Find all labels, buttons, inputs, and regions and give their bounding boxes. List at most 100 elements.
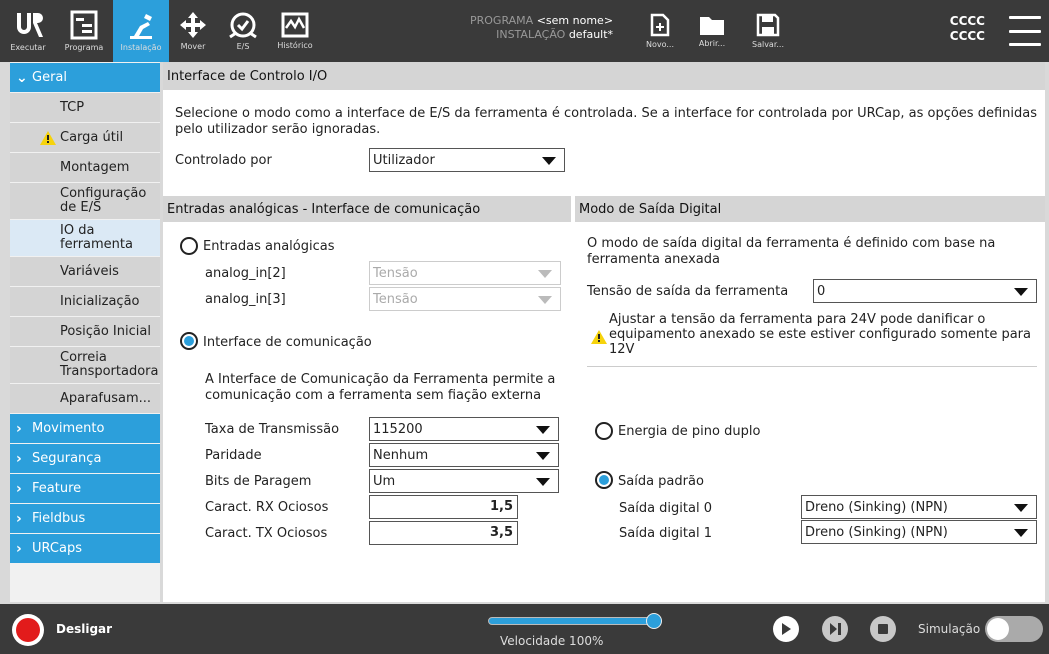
program-info: PROGRAMA <sem nome> INSTALAÇÃO default*: [470, 14, 613, 42]
digital-output-desc: O modo de saída digital da ferramenta é …: [587, 236, 995, 268]
sidebar-group-label: Fieldbus: [32, 511, 86, 526]
chevron-right-icon: ›: [16, 510, 22, 527]
sidebar-group-movimento[interactable]: › Movimento: [10, 414, 160, 443]
sidebar-item-label: Montagem: [60, 159, 130, 175]
instalacao-value: default*: [568, 28, 614, 41]
comm-section-header: Entradas analógicas - Interface de comun…: [163, 196, 571, 222]
speed-label: Velocidade 100%: [500, 634, 604, 648]
dual-pin-label: Energia de pino duplo: [618, 424, 761, 439]
new-button[interactable]: Novo...: [640, 0, 680, 62]
installation-tab-label: Instalação: [120, 43, 162, 52]
move-tab-label: Mover: [180, 42, 206, 51]
sidebar-item-startup[interactable]: Inicialização: [10, 287, 160, 316]
stop-bits-value: Um: [373, 473, 396, 489]
controlled-by-select[interactable]: Utilizador: [369, 148, 565, 172]
sidebar-group-seguranca[interactable]: › Segurança: [10, 444, 160, 473]
sidebar-item-home[interactable]: Posição Inicial: [10, 317, 160, 346]
sidebar-item-io-setup[interactable]: Configuração de E/S: [10, 183, 160, 219]
baud-rate-value: 115200: [373, 421, 423, 437]
sidebar-item-label-line2: de E/S: [60, 200, 102, 215]
run-tab[interactable]: Executar: [0, 0, 56, 62]
tool-voltage-label: Tensão de saída da ferramenta: [587, 284, 789, 299]
stop-icon: [878, 624, 888, 634]
power-label: Desligar: [56, 622, 113, 636]
controlled-by-value: Utilizador: [373, 152, 435, 168]
description-line1: Selecione o modo como a interface de E/S…: [175, 106, 1037, 121]
simulation-label: Simulação: [918, 622, 981, 636]
move-tab[interactable]: Mover: [170, 0, 216, 62]
open-button[interactable]: Abrir...: [692, 0, 732, 62]
programa-label: PROGRAMA: [470, 14, 534, 27]
user-code: CCCC CCCC: [950, 14, 985, 44]
sidebar-item-tool-io[interactable]: IO da ferramenta: [10, 220, 160, 256]
sidebar-item-tcp[interactable]: TCP: [10, 93, 160, 122]
save-label: Salvar...: [751, 40, 785, 49]
digital-output-section: Modo de Saída Digital O modo de saída di…: [575, 196, 1045, 602]
sidebar-item-label-line1: IO da: [60, 223, 95, 238]
stop-bits-label: Bits de Paragem: [205, 474, 312, 489]
sidebar-item-label: Carga útil: [60, 129, 124, 145]
sidebar-item-label-line2: ferramenta: [60, 237, 133, 252]
stop-button[interactable]: [870, 616, 896, 642]
chevron-right-icon: ›: [16, 420, 22, 437]
step-button[interactable]: [822, 616, 848, 642]
analog-in2-label: analog_in[2]: [205, 266, 286, 281]
sidebar-item-mounting[interactable]: Montagem: [10, 153, 160, 182]
standard-output-radio[interactable]: [595, 471, 613, 489]
play-button[interactable]: [773, 616, 799, 642]
sidebar-group-geral[interactable]: ⌄ Geral: [10, 63, 160, 92]
dropdown-arrow-icon: [536, 426, 550, 434]
speed-slider-handle[interactable]: [646, 613, 662, 629]
new-label: Novo...: [646, 40, 674, 49]
log-tab[interactable]: Histórico: [270, 0, 320, 62]
program-tab-label: Programa: [64, 43, 104, 52]
parity-value: Nenhum: [373, 447, 429, 463]
simulation-toggle[interactable]: [985, 616, 1043, 642]
tx-idle-input[interactable]: 3,5: [369, 521, 518, 545]
sidebar-item-payload[interactable]: Carga útil: [10, 123, 160, 152]
save-button[interactable]: Salvar...: [746, 0, 790, 62]
program-tab[interactable]: Programa: [56, 0, 112, 62]
comm-section: Entradas analógicas - Interface de comun…: [163, 196, 571, 602]
dropdown-arrow-icon: [538, 296, 552, 304]
sidebar-item-conveyor[interactable]: Correia Transportadora: [10, 347, 160, 383]
power-button-icon[interactable]: [12, 614, 44, 646]
stop-bits-select[interactable]: Um: [369, 469, 559, 493]
rx-idle-input[interactable]: 1,5: [369, 495, 518, 519]
sidebar-group-feature[interactable]: › Feature: [10, 474, 160, 503]
hamburger-menu-icon[interactable]: [1009, 16, 1041, 46]
digital-out0-select[interactable]: Dreno (Sinking) (NPN): [801, 495, 1037, 519]
sidebar-item-variables[interactable]: Variáveis: [10, 257, 160, 286]
sidebar-group-urcaps[interactable]: › URCaps: [10, 534, 160, 563]
dual-pin-radio[interactable]: [595, 422, 613, 440]
voltage-warning-line1: Ajustar a tensão da ferramenta para 24V …: [609, 312, 986, 327]
tool-voltage-select[interactable]: 0: [813, 279, 1037, 303]
comm-description-line2: comunicação com a ferramenta sem fiação …: [205, 388, 542, 403]
comm-description-line1: A Interface de Comunicação da Ferramenta…: [205, 372, 556, 387]
sidebar-item-label: Posição Inicial: [60, 323, 151, 339]
digital-out1-select[interactable]: Dreno (Sinking) (NPN): [801, 520, 1037, 544]
dropdown-arrow-icon: [538, 270, 552, 278]
analog-in3-select[interactable]: Tensão: [369, 287, 561, 311]
io-tab[interactable]: E/S: [220, 0, 266, 62]
analog-in2-select[interactable]: Tensão: [369, 261, 561, 285]
sidebar-item-screwdriving[interactable]: Aparafusam...: [10, 384, 160, 413]
baud-rate-select[interactable]: 115200: [369, 417, 559, 441]
user-line-2: CCCC: [949, 29, 985, 43]
sidebar-group-fieldbus[interactable]: › Fieldbus: [10, 504, 160, 533]
description: Selecione o modo como a interface de E/S…: [175, 106, 1037, 138]
sidebar-item-label: Variáveis: [60, 263, 119, 279]
run-tab-label: Executar: [10, 43, 46, 52]
analog-inputs-radio[interactable]: [180, 237, 198, 255]
parity-select[interactable]: Nenhum: [369, 443, 559, 467]
warning-icon: [40, 130, 56, 145]
io-icon: [229, 12, 257, 39]
tool-voltage-value: 0: [817, 283, 826, 299]
dropdown-arrow-icon: [1014, 288, 1028, 296]
installation-tab[interactable]: Instalação: [113, 0, 169, 62]
speed-slider[interactable]: [488, 617, 656, 625]
open-label: Abrir...: [698, 39, 726, 48]
comm-interface-radio[interactable]: [180, 332, 198, 350]
dropdown-arrow-icon: [1014, 529, 1028, 537]
page-title: Interface de Controlo I/O: [163, 62, 1045, 90]
